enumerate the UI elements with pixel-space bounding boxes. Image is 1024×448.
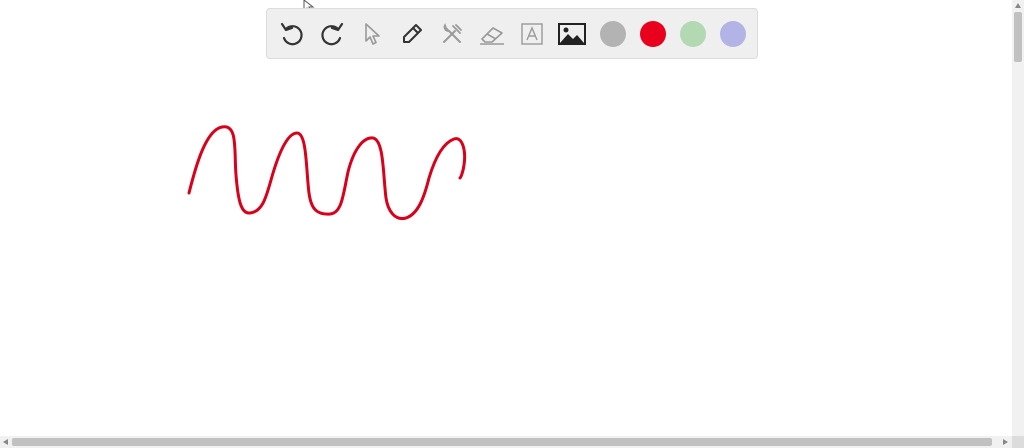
select-pointer-icon bbox=[365, 23, 380, 45]
color-swatch-gray[interactable] bbox=[600, 21, 626, 47]
color-swatch-red[interactable] bbox=[640, 21, 666, 47]
insert-image-button[interactable] bbox=[557, 19, 587, 49]
drawing-toolbar bbox=[266, 8, 758, 59]
eraser-button[interactable] bbox=[477, 19, 507, 49]
color-swatch-lavender[interactable] bbox=[720, 21, 746, 47]
undo-button[interactable] bbox=[277, 19, 307, 49]
text-tool-button[interactable] bbox=[517, 19, 547, 49]
pen-icon bbox=[403, 24, 422, 43]
horizontal-scrollbar[interactable] bbox=[0, 436, 1012, 448]
drawing-canvas[interactable] bbox=[0, 0, 1012, 436]
image-icon bbox=[558, 23, 586, 45]
text-tool-icon bbox=[521, 23, 543, 45]
canvas-svg bbox=[187, 125, 467, 221]
scroll-left-arrow-icon[interactable] bbox=[3, 439, 8, 445]
tools-button[interactable] bbox=[437, 19, 467, 49]
redo-button[interactable] bbox=[317, 19, 347, 49]
scroll-up-arrow-icon[interactable] bbox=[1015, 3, 1021, 8]
color-swatch-green[interactable] bbox=[680, 21, 706, 47]
vertical-scrollbar[interactable] bbox=[1012, 0, 1024, 436]
undo-icon bbox=[280, 22, 303, 46]
freehand-stroke bbox=[187, 125, 467, 221]
eraser-icon bbox=[480, 27, 504, 45]
horizontal-scroll-thumb[interactable] bbox=[12, 438, 992, 446]
select-tool-button[interactable] bbox=[357, 19, 387, 49]
pen-tool-button[interactable] bbox=[397, 19, 427, 49]
whiteboard-app bbox=[0, 0, 1024, 448]
vertical-scroll-thumb[interactable] bbox=[1014, 12, 1022, 62]
redo-icon bbox=[321, 22, 344, 46]
scroll-right-arrow-icon[interactable] bbox=[1003, 439, 1008, 445]
tools-icon bbox=[443, 23, 462, 43]
scrollbar-corner bbox=[1012, 436, 1024, 448]
